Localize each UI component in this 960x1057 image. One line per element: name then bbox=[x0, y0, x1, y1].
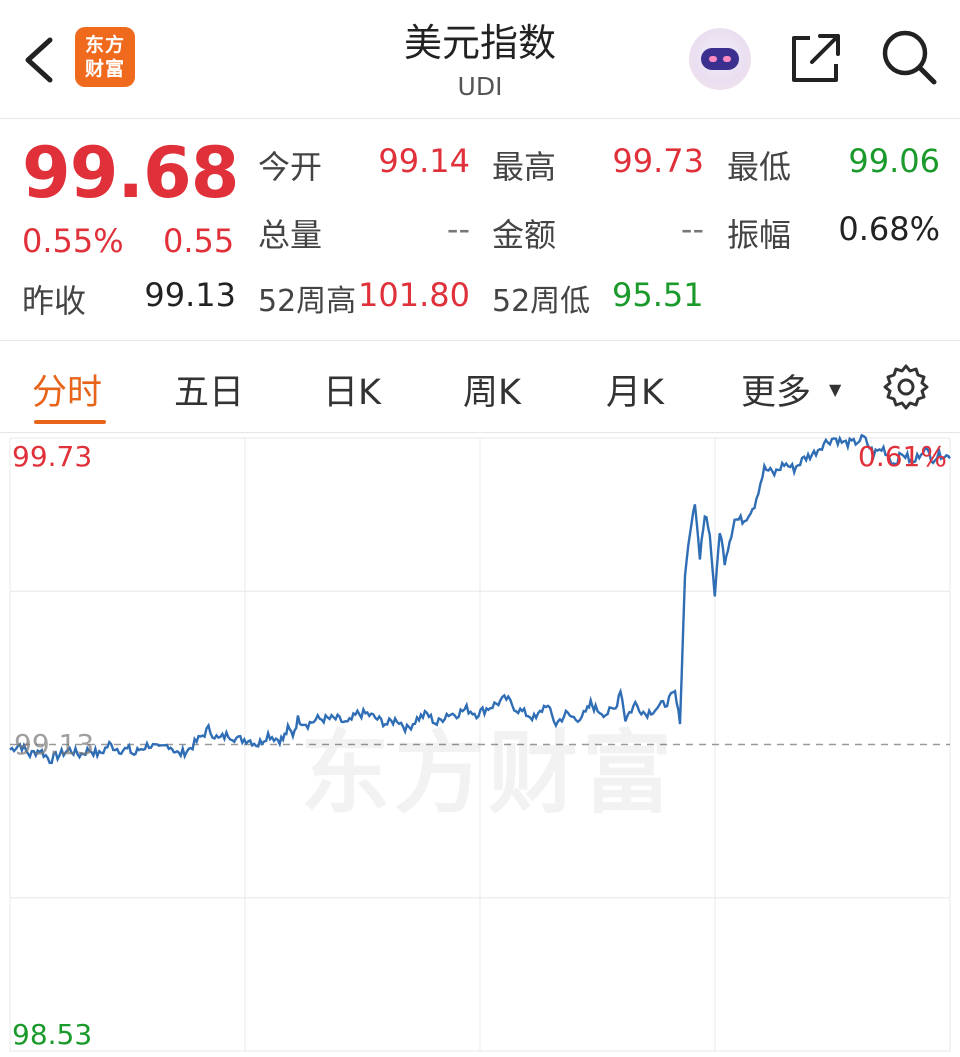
amplitude-value: 0.68% bbox=[838, 210, 940, 248]
prev-close-label: 昨收 bbox=[22, 282, 87, 320]
high-value: 99.73 bbox=[612, 142, 704, 180]
tab-five-day[interactable]: 五日 bbox=[174, 364, 244, 415]
volume-label: 总量 bbox=[258, 216, 323, 254]
tab-week-k[interactable]: 周K bbox=[463, 364, 521, 415]
open-value: 99.14 bbox=[378, 142, 470, 180]
search-icon[interactable] bbox=[880, 28, 938, 86]
open-label: 今开 bbox=[258, 148, 323, 186]
robot-face bbox=[701, 48, 739, 70]
ai-assistant-icon[interactable] bbox=[689, 28, 751, 90]
tab-more[interactable]: 更多 bbox=[741, 364, 811, 415]
change-percent: 0.55% bbox=[22, 222, 124, 260]
robot-eye-right bbox=[723, 56, 731, 62]
active-tab-indicator bbox=[34, 420, 106, 424]
y-axis-top-label: 99.73 bbox=[12, 440, 93, 473]
week52-low-value: 95.51 bbox=[612, 276, 704, 314]
low-label: 最低 bbox=[727, 148, 792, 186]
tab-month-k[interactable]: 月K bbox=[606, 364, 664, 415]
amplitude-label: 振幅 bbox=[727, 216, 792, 254]
quote-divider bbox=[0, 340, 960, 341]
week52-high-label: 52周高 bbox=[258, 284, 357, 319]
week52-low-label: 52周低 bbox=[492, 284, 591, 319]
app-header: 东方 财富 美元指数 UDI bbox=[0, 0, 960, 118]
y-axis-bottom-label: 98.53 bbox=[12, 1018, 93, 1051]
amount-value: -- bbox=[680, 210, 704, 248]
change-value: 0.55 bbox=[163, 222, 235, 260]
prev-close-value: 99.13 bbox=[144, 276, 236, 314]
volume-value: -- bbox=[446, 210, 470, 248]
header-divider bbox=[0, 118, 960, 119]
tab-intraday[interactable]: 分时 bbox=[32, 364, 102, 415]
more-caret-icon: ▼ bbox=[829, 380, 842, 399]
low-value: 99.06 bbox=[848, 142, 940, 180]
gear-icon[interactable] bbox=[881, 362, 931, 412]
amount-label: 金额 bbox=[492, 216, 557, 254]
watermark: 东方财富 bbox=[300, 721, 676, 826]
share-icon[interactable] bbox=[788, 30, 844, 86]
right-axis-top-percent: 0.61% bbox=[858, 440, 947, 473]
tab-day-k[interactable]: 日K bbox=[323, 364, 381, 415]
last-price: 99.68 bbox=[22, 132, 239, 214]
high-label: 最高 bbox=[492, 148, 557, 186]
y-axis-mid-label: 99.13 bbox=[14, 728, 95, 761]
week52-high-value: 101.80 bbox=[358, 276, 470, 314]
robot-eye-left bbox=[709, 56, 717, 62]
